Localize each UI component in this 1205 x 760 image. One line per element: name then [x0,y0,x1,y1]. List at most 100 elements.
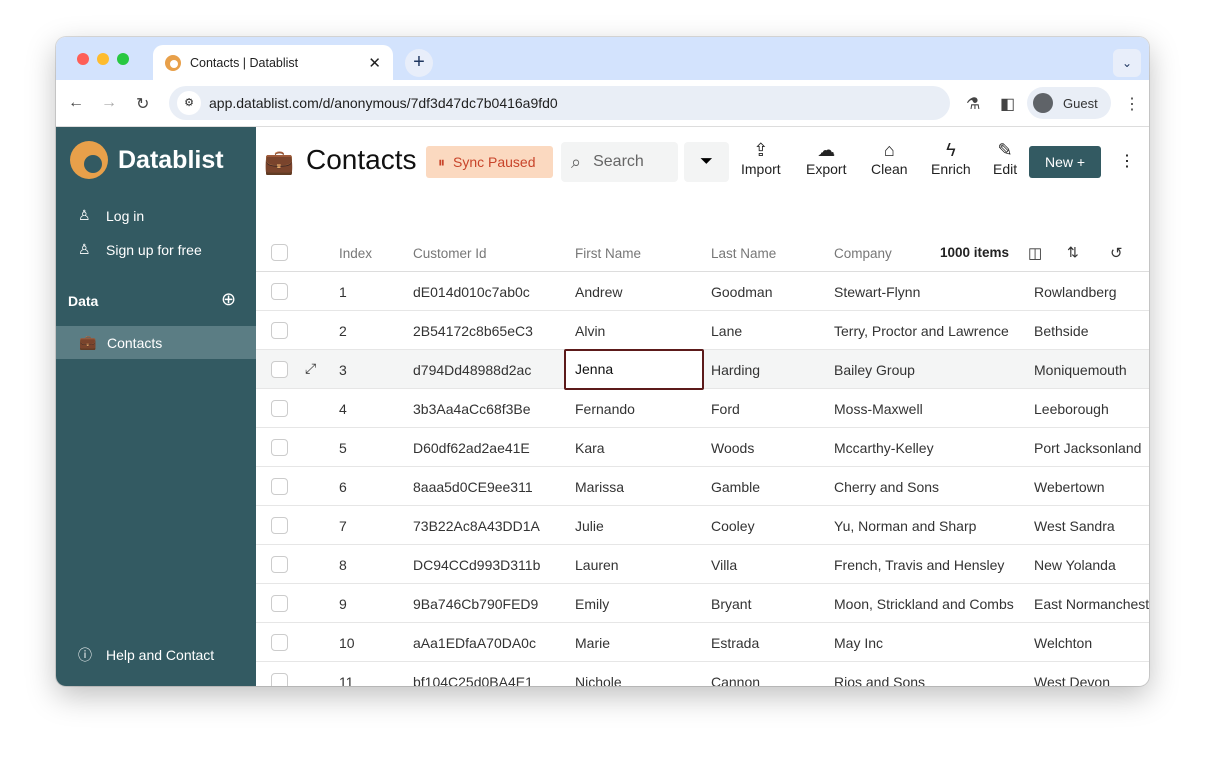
row-checkbox[interactable] [271,673,288,686]
cell-first-name[interactable]: Lauren [575,557,619,573]
cell-company[interactable]: Stewart-Flynn [834,284,920,300]
table-row[interactable]: 5 D60df62ad2ae41E Kara Woods Mccarthy-Kelley… [256,428,1149,467]
close-window-button[interactable] [77,53,89,65]
more-options-icon[interactable]: ⋮ [1119,151,1135,171]
cell-first-name[interactable]: Nichole [575,674,622,686]
cell-last-name[interactable]: Woods [711,440,754,456]
cell-company[interactable]: French, Travis and Hensley [834,557,1004,573]
cell-city[interactable]: Bethside [1034,323,1088,339]
columns-icon[interactable]: ◫ [1028,244,1042,262]
selected-cell-first-name[interactable]: Jenna [564,349,704,390]
row-checkbox[interactable] [271,595,288,612]
table-row[interactable]: 10 aAa1EDfaA70DA0c Marie Estrada May Inc Welc… [256,623,1149,662]
cell-company[interactable]: Bailey Group [834,362,915,378]
column-header-company[interactable]: Company [834,246,892,261]
expand-row-icon[interactable]: ⤢ [305,360,316,377]
browser-menu-icon[interactable]: ⋮ [1124,94,1140,114]
cell-index[interactable]: 1 [339,284,347,300]
history-icon[interactable]: ↺ [1110,244,1123,262]
cell-first-name[interactable]: Marissa [575,479,624,495]
cell-last-name[interactable]: Goodman [711,284,772,300]
cell-customer-id[interactable]: 9Ba746Cb790FED9 [413,596,538,612]
minimize-window-button[interactable] [97,53,109,65]
reload-icon[interactable]: ↻ [136,94,149,114]
cell-city[interactable]: West Devon [1034,674,1110,686]
table-row[interactable]: ⤢ 3 d794Dd48988d2ac Jenna Harding Bailey Grou… [256,349,1149,390]
cell-last-name[interactable]: Cooley [711,518,755,534]
sync-status-badge[interactable]: ⏸ Sync Paused [426,146,553,178]
site-settings-icon[interactable]: ⚙ [177,91,201,115]
table-row[interactable]: 6 8aaa5d0CE9ee311 Marissa Gamble Cherry and … [256,467,1149,506]
cell-city[interactable]: New Yolanda [1034,557,1116,573]
cell-customer-id[interactable]: DC94CCd993D311b [413,557,540,573]
cell-index[interactable]: 4 [339,401,347,417]
column-header-customer-id[interactable]: Customer Id [413,246,487,261]
cell-company[interactable]: Cherry and Sons [834,479,939,495]
back-icon[interactable]: ← [68,94,84,112]
cell-customer-id[interactable]: 73B22Ac8A43DD1A [413,518,540,534]
filter-button[interactable]: ⏷ [684,142,729,182]
cell-last-name[interactable]: Ford [711,401,740,417]
cell-first-name[interactable]: Marie [575,635,610,651]
forward-icon[interactable]: → [101,94,117,112]
cell-first-name[interactable]: Julie [575,518,604,534]
cell-first-name[interactable]: Kara [575,440,605,456]
add-collection-icon[interactable]: ⊕ [221,289,236,310]
cell-city[interactable]: East Normanchester [1034,596,1149,612]
column-header-index[interactable]: Index [339,246,372,261]
cell-company[interactable]: Terry, Proctor and Lawrence [834,323,1009,339]
cell-last-name[interactable]: Villa [711,557,737,573]
cell-city[interactable]: West Sandra [1034,518,1115,534]
table-row[interactable]: 9 9Ba746Cb790FED9 Emily Bryant Moon, Strickl… [256,584,1149,623]
table-row[interactable]: 7 73B22Ac8A43DD1A Julie Cooley Yu, Norman an… [256,506,1149,545]
new-tab-button[interactable]: + [405,49,433,77]
cell-city[interactable]: Rowlandberg [1034,284,1117,300]
cell-company[interactable]: Mccarthy-Kelley [834,440,934,456]
row-checkbox[interactable] [271,517,288,534]
cell-customer-id[interactable]: 8aaa5d0CE9ee311 [413,479,533,495]
cell-customer-id[interactable]: bf104C25d0BA4E1 [413,674,533,686]
cell-city[interactable]: Webertown [1034,479,1105,495]
row-checkbox[interactable] [271,283,288,300]
cell-first-name[interactable]: Emily [575,596,609,612]
cell-city[interactable]: Leeborough [1034,401,1109,417]
cell-index[interactable]: 5 [339,440,347,456]
cell-last-name[interactable]: Gamble [711,479,760,495]
cell-index[interactable]: 2 [339,323,347,339]
import-button[interactable]: ⇪ Import [741,139,781,177]
enrich-button[interactable]: ϟ Enrich [931,139,971,177]
tab-search-chevron-down-icon[interactable]: ⌄ [1113,49,1141,77]
login-link[interactable]: ♙ Log in [78,207,144,224]
new-button[interactable]: New + [1029,146,1101,178]
labs-flask-icon[interactable]: ⚗ [966,94,980,114]
table-row[interactable]: 4 3b3Aa4aCc68f3Be Fernando Ford Moss-Maxwell… [256,389,1149,428]
cell-company[interactable]: May Inc [834,635,883,651]
brand-logo[interactable]: Datablist [70,141,224,179]
cell-company[interactable]: Moon, Strickland and Combs [834,596,1014,612]
row-checkbox[interactable] [271,556,288,573]
cell-index[interactable]: 10 [339,635,355,651]
cell-index[interactable]: 6 [339,479,347,495]
cell-city[interactable]: Port Jacksonland [1034,440,1141,456]
cell-customer-id[interactable]: 3b3Aa4aCc68f3Be [413,401,531,417]
cell-customer-id[interactable]: D60df62ad2ae41E [413,440,530,456]
profile-button[interactable]: Guest [1027,87,1111,119]
signup-link[interactable]: ♙ Sign up for free [78,241,202,258]
cell-last-name[interactable]: Lane [711,323,742,339]
row-checkbox[interactable] [271,439,288,456]
row-checkbox[interactable] [271,322,288,339]
row-checkbox[interactable] [271,400,288,417]
cell-last-name[interactable]: Harding [711,362,760,378]
sidebar-item-contacts[interactable]: 💼 Contacts [56,326,256,359]
row-checkbox[interactable] [271,634,288,651]
cell-index[interactable]: 3 [339,362,347,378]
edit-button[interactable]: ✎ Edit [993,139,1017,177]
cell-index[interactable]: 8 [339,557,347,573]
cell-company[interactable]: Rios and Sons [834,674,925,686]
cell-index[interactable]: 7 [339,518,347,534]
row-checkbox[interactable] [271,361,288,378]
help-link[interactable]: ⓘ Help and Contact [78,645,214,665]
search-input[interactable]: ⌕ Search [561,142,678,182]
cell-first-name[interactable]: Alvin [575,323,605,339]
cell-index[interactable]: 9 [339,596,347,612]
